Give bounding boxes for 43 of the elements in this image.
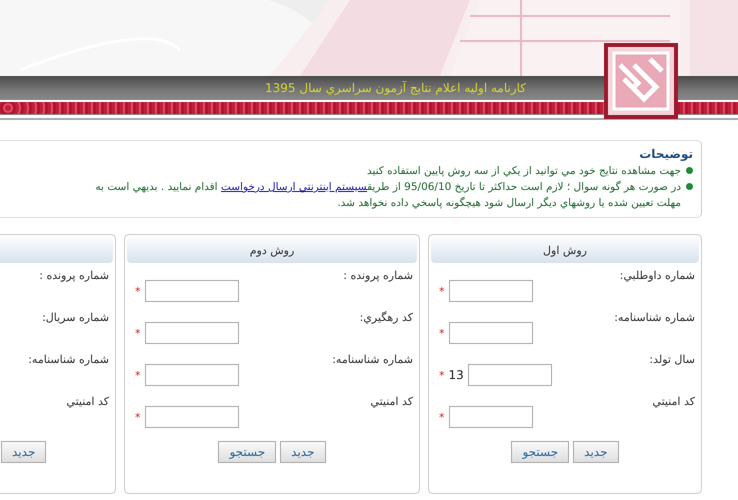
notes-title: توضيحات bbox=[638, 147, 693, 161]
input-field[interactable] bbox=[144, 406, 238, 428]
year-prefix: 13 bbox=[448, 368, 464, 382]
field-label: شماره پرونده : bbox=[39, 269, 109, 284]
field-label: شماره شناسنامه: bbox=[28, 353, 109, 368]
input-field[interactable] bbox=[448, 280, 532, 302]
input-field[interactable] bbox=[144, 280, 238, 302]
input-field[interactable] bbox=[468, 364, 552, 386]
page-title: كارنامه اوليه اعلام نتايج آزمون سراسري سال 1395 bbox=[265, 81, 526, 95]
field-label: شماره داوطلبي: bbox=[620, 269, 695, 284]
input-field[interactable] bbox=[448, 406, 532, 428]
field-label: سال تولد: bbox=[649, 353, 695, 368]
field-label: كد امنيتي bbox=[370, 395, 413, 410]
input-field[interactable] bbox=[144, 322, 238, 344]
bullet-icon bbox=[686, 183, 693, 190]
field-label: كد رهگيري: bbox=[360, 311, 413, 326]
required-mark: * bbox=[439, 326, 444, 340]
form-button[interactable]: جستجو bbox=[218, 441, 276, 463]
input-field[interactable] bbox=[448, 322, 532, 344]
required-mark: * bbox=[135, 326, 140, 340]
required-mark: * bbox=[135, 410, 140, 424]
required-mark: * bbox=[439, 284, 444, 298]
form-button[interactable]: جديد bbox=[280, 441, 326, 463]
card-title: روش اول bbox=[543, 244, 587, 256]
input-field[interactable] bbox=[144, 364, 238, 386]
field-label: كد امنيتي bbox=[66, 395, 109, 410]
required-mark: * bbox=[135, 284, 140, 298]
note-text: جهت مشاهده نتايج خود مي توانيد از يكي از سه روش پايين استفاده كنيد bbox=[366, 164, 681, 179]
card-title: روش دوم bbox=[250, 244, 294, 256]
field-label: شماره شناسنامه: bbox=[332, 353, 413, 368]
required-mark: * bbox=[439, 410, 444, 424]
form-button[interactable]: جديد bbox=[1, 441, 46, 463]
field-label: شماره شناسنامه: bbox=[614, 311, 695, 326]
request-link[interactable]: سيستم اينترنتي ارسال درخواست bbox=[220, 181, 368, 193]
form-button[interactable]: جستجو bbox=[511, 441, 570, 463]
note-text: در صورت هر گونه سوال ؛ لازم است حداکثر تا تاريخ 95/06/10 از طريقسيستم اينترنتي ارسال درخواست اقدام نماييد . بديهي است به مهلت تعيين شده يا روشهاي ديگر ارسال شود هيچگونه پاسخي داده نخواهد شد. bbox=[95, 180, 681, 211]
required-mark: * bbox=[135, 368, 140, 382]
field-label: كد امنيتي bbox=[652, 395, 695, 410]
bullet-icon bbox=[686, 167, 693, 174]
field-label: شماره سريال: bbox=[42, 311, 109, 326]
required-mark: * bbox=[439, 368, 444, 382]
field-label: شماره پرونده : bbox=[343, 269, 413, 284]
form-button[interactable]: جديد bbox=[573, 441, 619, 463]
